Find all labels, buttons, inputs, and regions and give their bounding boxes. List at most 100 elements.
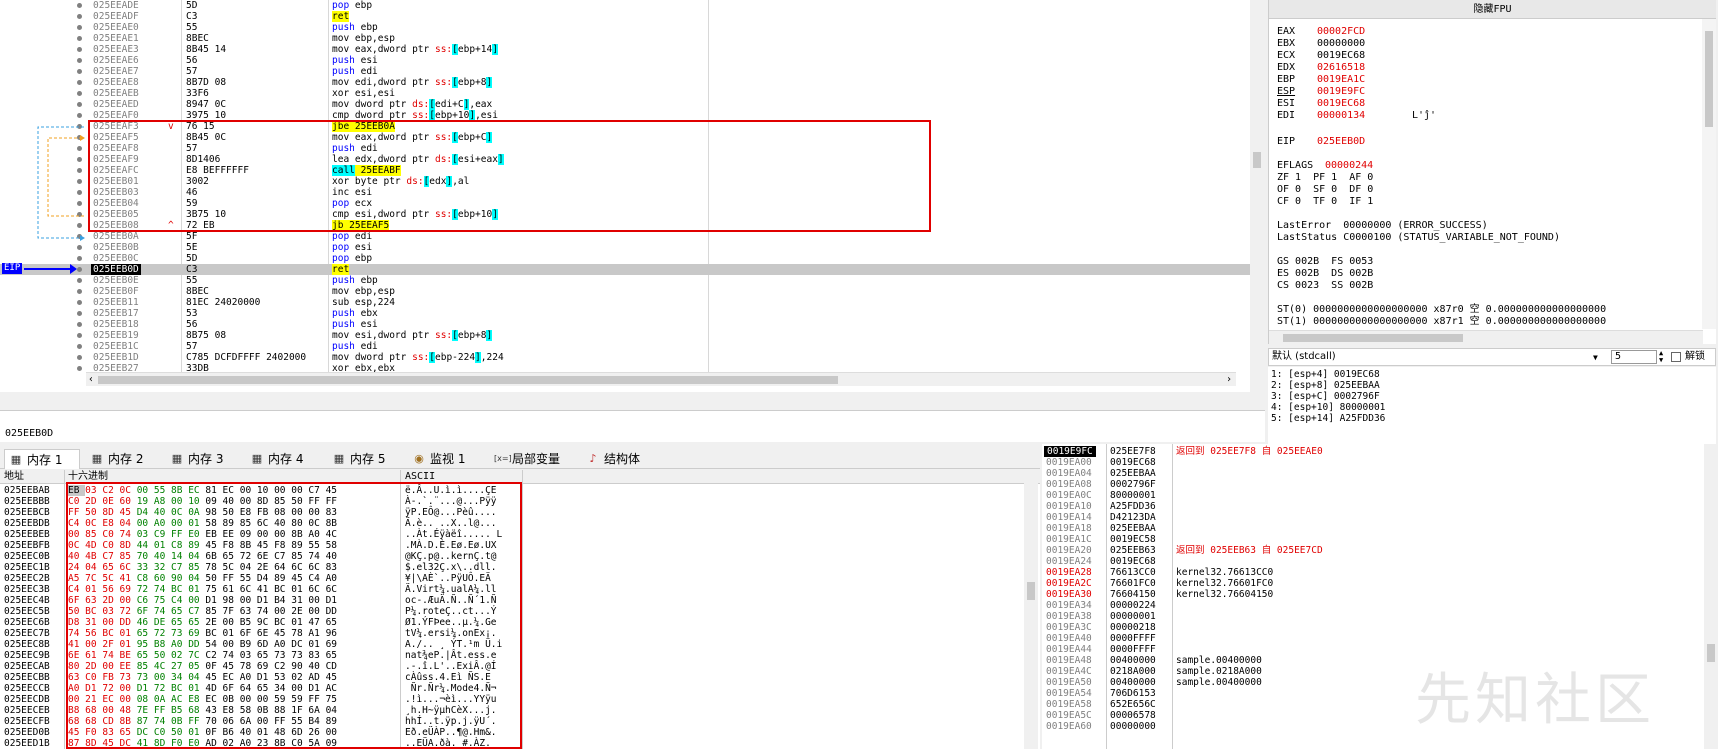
stack-row[interactable]: 0019EA1C 0019EC58 [1042, 534, 1702, 545]
register-value[interactable]: 0019E9FC [1317, 86, 1365, 98]
stack-value[interactable]: D42123DA [1110, 512, 1156, 523]
dump-vscroll-thumb[interactable] [1027, 582, 1035, 600]
register-value[interactable]: 0019EC68 [1317, 98, 1365, 110]
disasm-row[interactable]: 025EEAED 8947 0C mov dword ptr ds:[edi+C],… [0, 99, 1250, 110]
regs-hscrollbar[interactable] [1269, 330, 1703, 344]
stack-row[interactable]: 0019EA44 0000FFFF [1042, 644, 1702, 655]
stack-row[interactable]: 0019EA20 025EEB63 返回到 025EEB63 自 025EE7CD [1042, 545, 1702, 556]
stack-row[interactable]: 0019EA24 0019EC68 [1042, 556, 1702, 567]
disasm-row[interactable]: 025EEAE8 8B7D 08 mov edi,dword ptr ss:[ebp… [0, 77, 1250, 88]
stack-row[interactable]: 0019EA40 0000FFFF [1042, 633, 1702, 644]
stack-value[interactable]: 025EEBAA [1110, 468, 1156, 479]
disasm-row[interactable]: 025EEAE7 57 push edi [0, 66, 1250, 77]
stack-value[interactable]: 76604150 [1110, 589, 1156, 600]
stack-row[interactable]: 0019E9FC 025EE7F8 返回到 025EE7F8 自 025EEAE0 [1042, 446, 1702, 457]
tab-4[interactable]: ▦ 内存 4 [246, 449, 324, 469]
breakpoint-dot-icon[interactable] [77, 289, 82, 294]
register-value[interactable]: 0019EA1C [1317, 74, 1365, 86]
stack-value[interactable]: 00000000 [1110, 721, 1156, 732]
stack-value[interactable]: 76613CC0 [1110, 567, 1156, 578]
stack-value[interactable]: 0000FFFF [1110, 644, 1156, 655]
disasm-row[interactable]: 025EEB19 8B75 08 mov esi,dword ptr ss:[ebp… [0, 330, 1250, 341]
register-value[interactable]: 0019EC68 [1317, 50, 1365, 62]
stack-row[interactable]: 0019EA38 00000001 [1042, 611, 1702, 622]
disasm-row[interactable]: 025EEB11 81EC 24020000 sub esp,224 [0, 297, 1250, 308]
stack-value[interactable]: 00400000 [1110, 655, 1156, 666]
breakpoint-dot-icon[interactable] [77, 322, 82, 327]
call-convention-select[interactable]: 默认 (stdcall) [1272, 349, 1336, 365]
register-value[interactable]: 00002FCD [1317, 26, 1365, 38]
stack-row[interactable]: 0019EA0C 80000001 [1042, 490, 1702, 501]
register-edi[interactable]: EDI 00000134 L'ĵ' [1277, 110, 1436, 122]
tab-8[interactable]: ♪ 结构体 [582, 449, 660, 469]
stack-value[interactable]: 025EE7F8 [1110, 446, 1156, 457]
disasm-row[interactable]: 025EEB0C 5D pop ebp [0, 253, 1250, 264]
hscroll-thumb[interactable] [98, 376, 838, 384]
tab-2[interactable]: ▦ 内存 2 [86, 449, 162, 469]
disasm-hscrollbar[interactable]: ‹ › [86, 372, 1236, 386]
stack-row[interactable]: 0019EA10 A25FDD36 [1042, 501, 1702, 512]
register-ebp[interactable]: EBP 0019EA1C [1277, 74, 1365, 86]
stack-value[interactable]: 652E656C [1110, 699, 1156, 710]
register-value[interactable]: 025EEB0D [1317, 136, 1365, 148]
stack-row[interactable]: 0019EA28 76613CC0 kernel32.76613CC0 [1042, 567, 1702, 578]
stack-value[interactable]: 80000001 [1110, 490, 1156, 501]
disasm-row[interactable]: 025EEB1C 57 push edi [0, 341, 1250, 352]
stack-value[interactable]: 00006578 [1110, 710, 1156, 721]
register-eip[interactable]: EIP 025EEB0D [1277, 136, 1365, 148]
stack-value[interactable]: 025EEBAA [1110, 523, 1156, 534]
stack-value[interactable]: 0000FFFF [1110, 633, 1156, 644]
register-value[interactable]: 00000000 [1317, 38, 1365, 50]
breakpoint-dot-icon[interactable] [77, 267, 82, 272]
stack-row[interactable]: 0019EA04 025EEBAA [1042, 468, 1702, 479]
stack-value[interactable]: 0019EC68 [1110, 457, 1156, 468]
breakpoint-dot-icon[interactable] [77, 344, 82, 349]
register-edx[interactable]: EDX 02616518 [1277, 62, 1365, 74]
stack-value[interactable]: 025EEB63 [1110, 545, 1156, 556]
tab-1[interactable]: ▦ 内存 1 [4, 449, 80, 469]
breakpoint-dot-icon[interactable] [77, 300, 82, 305]
register-value[interactable]: 02616518 [1317, 62, 1365, 74]
stack-row[interactable]: 0019EA08 0002796F [1042, 479, 1702, 490]
memory-dump-pane[interactable]: 地址 十六进制 ASCII 025EEBAB EB 03 C2 0C 00 55 … [0, 470, 1040, 749]
disasm-row[interactable]: 025EEADE 5D pop ebp [0, 0, 1250, 11]
tab-6[interactable]: ◉ 监视 1 [408, 449, 486, 469]
stack-value[interactable]: A25FDD36 [1110, 501, 1156, 512]
tab-5[interactable]: ▦ 内存 5 [328, 449, 404, 469]
disasm-row[interactable]: 025EEAEB 33F6 xor esi,esi [0, 88, 1250, 99]
stack-row[interactable]: 0019EA18 025EEBAA [1042, 523, 1702, 534]
register-value[interactable]: 00000244 [1325, 160, 1373, 172]
stack-row[interactable]: 0019EA14 D42123DA [1042, 512, 1702, 523]
register-esp[interactable]: ESP 0019E9FC [1277, 86, 1365, 98]
disasm-vscrollbar[interactable] [1250, 0, 1264, 372]
stack-value[interactable]: 00000001 [1110, 611, 1156, 622]
stack-vscroll-thumb[interactable] [1707, 644, 1715, 662]
stack-vscrollbar[interactable] [1704, 444, 1718, 749]
disasm-row[interactable]: 025EEB0A 5F pop edi [0, 231, 1250, 242]
register-value[interactable]: 00000134 [1317, 110, 1365, 122]
breakpoint-dot-icon[interactable] [77, 278, 82, 283]
arg-count-spinner[interactable]: 5 [1611, 350, 1657, 364]
regs-vscrollbar[interactable] [1702, 19, 1716, 329]
dump-vscrollbar[interactable] [1024, 470, 1038, 749]
stack-value[interactable]: 0002796F [1110, 479, 1156, 490]
register-eax[interactable]: EAX 00002FCD [1277, 26, 1365, 38]
unlock-checkbox[interactable] [1671, 352, 1681, 362]
stack-value[interactable]: 00000224 [1110, 600, 1156, 611]
tab-7[interactable]: [x=] 局部变量 [490, 449, 578, 469]
scroll-right-icon[interactable]: › [1226, 373, 1232, 386]
hide-fpu-button[interactable]: 隐藏FPU [1269, 0, 1716, 19]
stack-value[interactable]: 76601FC0 [1110, 578, 1156, 589]
tab-3[interactable]: ▦ 内存 3 [166, 449, 242, 469]
stack-row[interactable]: 0019EA34 00000224 [1042, 600, 1702, 611]
breakpoint-dot-icon[interactable] [77, 333, 82, 338]
disasm-row[interactable]: 025EEAE6 56 push esi [0, 55, 1250, 66]
disasm-row[interactable]: 025EEADF C3 ret [0, 11, 1250, 22]
register-eflags[interactable]: EFLAGS 00000244 [1277, 160, 1373, 172]
disasm-row[interactable]: 025EEB0B 5E pop esi [0, 242, 1250, 253]
register-ebx[interactable]: EBX 00000000 [1277, 38, 1365, 50]
stack-row[interactable]: 0019EA2C 76601FC0 kernel32.76601FC0 [1042, 578, 1702, 589]
disasm-row[interactable]: 025EEB17 53 push ebx [0, 308, 1250, 319]
stack-value[interactable]: 0019EC58 [1110, 534, 1156, 545]
breakpoint-dot-icon[interactable] [77, 256, 82, 261]
